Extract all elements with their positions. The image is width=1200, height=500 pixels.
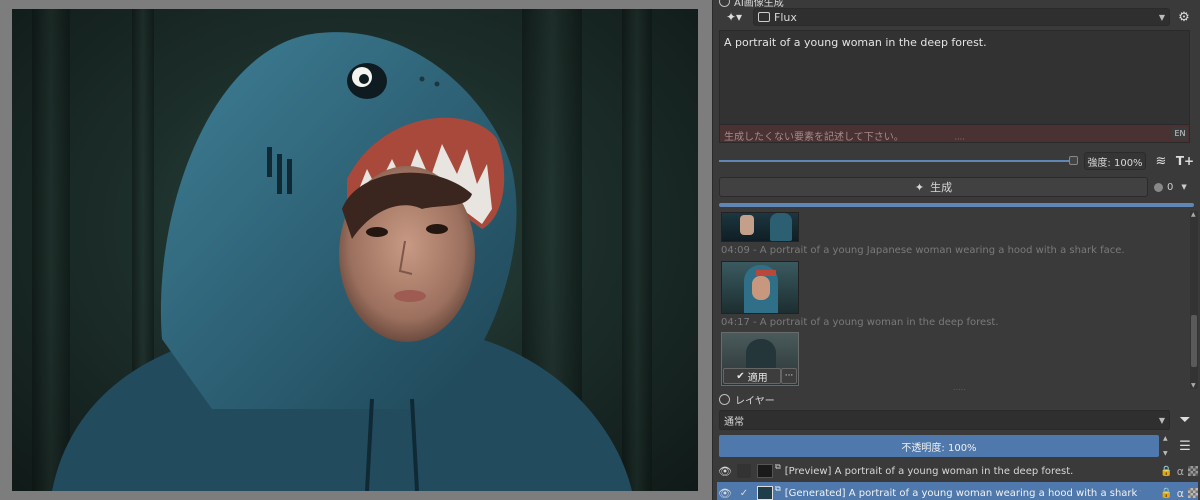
checker-icon[interactable] bbox=[1188, 466, 1198, 476]
more-options-button[interactable]: ··· bbox=[781, 368, 797, 384]
text-prompt-icon[interactable]: T+ bbox=[1176, 152, 1194, 170]
resize-grip-icon[interactable]: ···· bbox=[955, 135, 965, 144]
layers-header: レイヤー bbox=[719, 392, 1194, 407]
negative-prompt-input[interactable]: 生成したくない要素を記述して下さい。 ···· EN bbox=[719, 124, 1190, 144]
ai-image-docker: AI画像生成 ✦▾ Flux ▼ ⚙ A portrait of a young… bbox=[712, 0, 1200, 500]
history-scrollbar-thumb[interactable] bbox=[1191, 315, 1197, 367]
canvas-image[interactable] bbox=[12, 9, 698, 491]
clone-layer-icon: ⧉ bbox=[775, 462, 781, 471]
opacity-slider[interactable]: 不透明度: 100% bbox=[719, 435, 1159, 457]
strength-row: 強度: 100% ≋ T+ bbox=[719, 151, 1194, 171]
model-icon bbox=[758, 12, 770, 22]
model-select[interactable]: Flux ▼ bbox=[753, 8, 1170, 26]
history-label-1[interactable]: 04:09 - A portrait of a young Japanese w… bbox=[721, 245, 1125, 256]
strength-value: 強度: 100% bbox=[1087, 157, 1143, 169]
layers-icon bbox=[719, 393, 730, 405]
alpha-lock-icon[interactable]: α bbox=[1177, 487, 1184, 500]
layers-title: レイヤー bbox=[735, 395, 775, 407]
queue-button[interactable]: 0 ▼ bbox=[1154, 177, 1194, 197]
layers-stack-icon[interactable]: ≋ bbox=[1152, 152, 1170, 170]
history-thumb-2[interactable] bbox=[721, 261, 799, 314]
docker-icon bbox=[719, 0, 730, 7]
resize-grip-icon[interactable]: ····· bbox=[953, 386, 966, 390]
opacity-stepper[interactable]: ▲ ▼ bbox=[1163, 435, 1172, 457]
checker-icon[interactable] bbox=[1188, 488, 1198, 498]
layer-row-generated[interactable]: 👁 ✓ ⧉ [Generated] A portrait of a young … bbox=[717, 482, 1198, 500]
filter-icon[interactable]: ⏷ bbox=[1176, 410, 1194, 430]
portrait-illustration bbox=[52, 32, 632, 491]
layer-name[interactable]: [Generated] A portrait of a young woman … bbox=[785, 488, 1141, 499]
lock-icon[interactable]: 🔒 bbox=[1160, 466, 1172, 477]
docker-title-bar: AI画像生成 bbox=[719, 0, 1194, 9]
layer-check-icon[interactable]: ✓ bbox=[737, 488, 751, 499]
eye-icon[interactable]: 👁 bbox=[717, 487, 733, 500]
workspace-row: ✦▾ Flux ▼ ⚙ bbox=[719, 7, 1194, 27]
clone-layer-icon: ⧉ bbox=[775, 484, 781, 493]
generate-label: 生成 bbox=[930, 181, 953, 194]
magic-wand-icon[interactable]: ✦▾ bbox=[719, 8, 749, 26]
chevron-down-icon: ▼ bbox=[1181, 183, 1187, 191]
negative-prompt-placeholder: 生成したくない要素を記述して下さい。 bbox=[724, 132, 904, 143]
opacity-row: 不透明度: 100% ▲ ▼ ☰ bbox=[719, 435, 1194, 457]
opacity-value: 不透明度: 100% bbox=[901, 442, 977, 454]
queue-icon bbox=[1154, 182, 1163, 192]
layer-check-empty[interactable] bbox=[737, 464, 751, 478]
queue-count: 0 bbox=[1167, 181, 1174, 193]
prompt-text: A portrait of a young woman in the deep … bbox=[724, 36, 987, 49]
strength-spinbox[interactable]: 強度: 100% bbox=[1084, 152, 1146, 170]
blend-row: 通常 ▼ ⏷ bbox=[719, 409, 1194, 431]
progress-bar bbox=[719, 203, 1194, 207]
history-scrollbar[interactable]: ▲ ▼ bbox=[1190, 211, 1198, 389]
layer-row-preview[interactable]: 👁 ⧉ [Preview] A portrait of a young woma… bbox=[717, 460, 1198, 482]
canvas-area[interactable] bbox=[0, 0, 712, 500]
strength-slider-handle[interactable] bbox=[1069, 156, 1078, 165]
layer-thumbnail bbox=[757, 464, 773, 478]
settings-gear-icon[interactable]: ⚙ bbox=[1174, 8, 1194, 26]
language-badge[interactable]: EN bbox=[1172, 127, 1188, 140]
eye-icon[interactable]: 👁 bbox=[717, 465, 733, 478]
chevron-down-icon: ▼ bbox=[1158, 415, 1165, 425]
lock-icon[interactable]: 🔒 bbox=[1160, 488, 1172, 499]
hamburger-menu-icon[interactable]: ☰ bbox=[1176, 436, 1194, 456]
magic-wand-icon: ✦ bbox=[914, 180, 925, 194]
prompt-input[interactable]: A portrait of a young woman in the deep … bbox=[719, 30, 1190, 126]
more-label: ··· bbox=[784, 371, 794, 381]
generate-row: ✦ 生成 0 ▼ bbox=[719, 177, 1194, 197]
model-name: Flux bbox=[774, 10, 797, 24]
history-thumb-1[interactable] bbox=[721, 212, 799, 242]
history-list[interactable]: 04:09 - A portrait of a young Japanese w… bbox=[713, 208, 1188, 390]
apply-label: 適用 bbox=[747, 372, 768, 384]
chevron-down-icon: ▼ bbox=[1158, 12, 1165, 22]
generate-button[interactable]: ✦ 生成 bbox=[719, 177, 1148, 197]
layer-thumbnail bbox=[757, 486, 773, 500]
check-icon: ✔ bbox=[736, 370, 745, 382]
strength-slider[interactable] bbox=[719, 155, 1078, 167]
blend-mode-select[interactable]: 通常 ▼ bbox=[719, 410, 1170, 430]
blend-mode-value: 通常 bbox=[724, 416, 744, 428]
alpha-lock-icon[interactable]: α bbox=[1177, 465, 1184, 478]
layer-name[interactable]: [Preview] A portrait of a young woman in… bbox=[785, 466, 1074, 477]
history-thumb-3[interactable]: ✔ 適用 ··· bbox=[721, 332, 799, 386]
history-label-2[interactable]: 04:17 - A portrait of a young woman in t… bbox=[721, 317, 999, 328]
apply-button[interactable]: ✔ 適用 bbox=[723, 368, 781, 384]
